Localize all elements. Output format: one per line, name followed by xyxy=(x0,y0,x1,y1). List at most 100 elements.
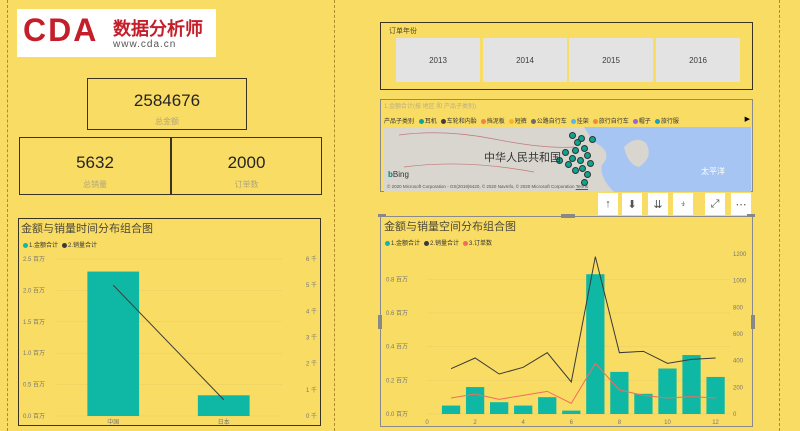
year-button-2014[interactable]: 2014 xyxy=(483,38,567,82)
chart1-legend: 1.金额合计 2.销量合计 xyxy=(23,240,101,249)
map-visual[interactable]: 1.金额合计(按 地区 和 产品子类别) 产品子类别 耳机 车轮和内胎 挡泥板 短裤公… xyxy=(380,99,753,192)
y-right-tick-label: 0 千 xyxy=(306,412,317,420)
x-tick-label: 12 xyxy=(712,420,719,426)
year-button-2016[interactable]: 2016 xyxy=(656,38,740,82)
ocean-area xyxy=(584,127,751,192)
map-legend-item[interactable]: 挡泥板 xyxy=(480,116,505,125)
map-bubble[interactable] xyxy=(572,147,579,154)
map-ocean-label: 太平洋 xyxy=(701,167,725,176)
map-bubble[interactable] xyxy=(587,160,594,167)
resize-handle-corner[interactable] xyxy=(747,214,755,217)
page-border-left xyxy=(7,0,8,431)
legend-dot-icon xyxy=(592,118,598,124)
y-right-tick-label: 1200 xyxy=(733,252,747,258)
bar xyxy=(465,387,485,414)
logo-brand: CDA xyxy=(23,12,99,48)
y-left-tick-label: 0.0 百万 xyxy=(23,413,45,420)
map-legend-item[interactable]: 车轮和内胎 xyxy=(440,116,477,125)
map-legend-item[interactable]: 短裤 xyxy=(508,116,527,125)
bar xyxy=(538,397,557,414)
legend-dot-icon xyxy=(23,242,28,248)
resize-handle-right[interactable] xyxy=(751,315,755,329)
y-right-tick-label: 3 千 xyxy=(306,334,317,342)
map-legend-item[interactable]: 帽子 xyxy=(632,116,651,125)
map-area[interactable]: 中华人民共和国 太平洋 bBing © 2020 Microsoft Corpo… xyxy=(384,127,751,192)
y-right-tick-label: 2 千 xyxy=(306,360,317,368)
border-line xyxy=(398,132,575,148)
bar xyxy=(610,371,629,414)
map-legend-item[interactable]: 耳机 xyxy=(418,116,437,125)
map-bubble[interactable] xyxy=(569,132,576,139)
resize-handle-left[interactable] xyxy=(378,315,382,329)
focus-mode-icon[interactable]: ⤢ xyxy=(705,193,725,215)
logo-url: www.cda.cn xyxy=(113,39,177,50)
map-bubble[interactable] xyxy=(584,152,591,159)
map-bubble[interactable] xyxy=(581,145,588,152)
map-legend-next-icon[interactable]: ▶ xyxy=(745,115,750,123)
page-border-right xyxy=(779,0,780,431)
more-options-icon[interactable]: ⋯ xyxy=(731,193,751,215)
logo-cn: 数据分析师 xyxy=(113,19,203,39)
y-right-tick-label: 200 xyxy=(733,385,744,391)
map-legend-item[interactable]: 公路自行车 xyxy=(530,116,567,125)
map-bubble[interactable] xyxy=(578,135,585,142)
border-line xyxy=(403,163,535,173)
y-left-tick-label: 0.6 百万 xyxy=(386,310,408,317)
y-right-tick-label: 6 千 xyxy=(306,255,317,263)
x-tick-label: 0 xyxy=(425,420,429,426)
y-left-tick-label: 0.5 百万 xyxy=(23,382,45,389)
resize-handle-top[interactable] xyxy=(561,214,575,218)
kpi-order-count-card[interactable]: 2000 订单数 xyxy=(171,137,322,195)
bar xyxy=(634,393,653,414)
drill-down-icon[interactable]: ⬇ xyxy=(622,193,642,215)
chart2-plot: 0.8 百万0.6 百万0.4 百万0.2 百万0.0 百万1200100080… xyxy=(386,252,747,426)
chart1-title: 金额与销量时间分布组合图 xyxy=(21,223,153,235)
chart1-card[interactable]: 金额与销量时间分布组合图 1.金额合计 2.销量合计 2.5 百万 2.0 百万 1.… xyxy=(18,218,321,426)
x-tick-label: 6 xyxy=(570,420,574,426)
map-bubble[interactable] xyxy=(572,167,579,174)
map-title: 1.金额合计(按 地区 和 产品子类别) xyxy=(384,104,477,110)
expand-next-level-icon[interactable]: ⇊ xyxy=(648,193,668,215)
expand-all-icon[interactable]: ⍖ xyxy=(673,193,693,215)
year-button-2015[interactable]: 2015 xyxy=(569,38,653,82)
map-bubble[interactable] xyxy=(584,171,591,178)
kpi-order-count-label: 订单数 xyxy=(234,180,259,189)
map-legend-item[interactable]: 挂架 xyxy=(570,116,589,125)
bar xyxy=(514,405,533,414)
y-right-tick-label: 5 千 xyxy=(306,281,317,289)
map-bubble[interactable] xyxy=(589,136,596,143)
kpi-total-qty-card[interactable]: 5632 总销量 xyxy=(19,137,171,195)
y-right-tick-label: 400 xyxy=(733,359,744,365)
legend-dot-icon xyxy=(632,118,638,124)
y-left-tick-label: 0.0 百万 xyxy=(386,411,408,418)
map-bubble[interactable] xyxy=(562,149,569,156)
map-legend-item[interactable]: 旅行自行车 xyxy=(592,116,629,125)
kpi-total-amount-value: 2584676 xyxy=(133,91,201,110)
map-legend: 产品子类别 耳机 车轮和内胎 挡泥板 短裤 公路自行车 挂架 旅行自行车 帽子 旅行服 xyxy=(384,116,683,125)
kpi-total-amount-card[interactable]: 2584676 总金额 xyxy=(87,78,247,130)
chart1-legend-item[interactable]: 2.销量合计 xyxy=(62,240,97,249)
legend-dot-icon xyxy=(508,118,514,124)
bar xyxy=(87,271,140,416)
map-terms-link[interactable]: Terms xyxy=(576,184,588,189)
y-left-tick-label: 2.5 百万 xyxy=(23,256,45,263)
chart1-legend-item[interactable]: 1.金额合计 xyxy=(23,240,58,249)
resize-handle-corner[interactable] xyxy=(378,214,386,217)
y-left-tick-label: 1.5 百万 xyxy=(23,319,45,326)
y-right-tick-label: 800 xyxy=(733,305,744,311)
drill-up-icon[interactable]: ↑ xyxy=(598,193,618,215)
cda-logo: CDA 数据分析师 www.cda.cn xyxy=(17,9,216,57)
x-tick-label: 10 xyxy=(664,420,671,426)
map-bubble[interactable] xyxy=(565,161,572,168)
kpi-total-qty-value: 5632 xyxy=(76,153,114,172)
legend-dot-icon xyxy=(570,118,576,124)
map-bubble[interactable] xyxy=(577,157,584,164)
map-legend-item[interactable]: 旅行服 xyxy=(654,116,679,125)
year-button-2013[interactable]: 2013 xyxy=(396,38,480,82)
legend-dot-icon xyxy=(418,118,424,124)
map-country-label: 中华人民共和国 xyxy=(484,152,561,164)
page-divider xyxy=(334,0,335,431)
y-right-tick-label: 4 千 xyxy=(306,307,317,315)
chart2-card[interactable]: 金额与销量空间分布组合图 1.金额合计 2.销量合计 3.订单数 0.8 百万 0.6… xyxy=(378,214,755,427)
bar xyxy=(197,395,250,416)
